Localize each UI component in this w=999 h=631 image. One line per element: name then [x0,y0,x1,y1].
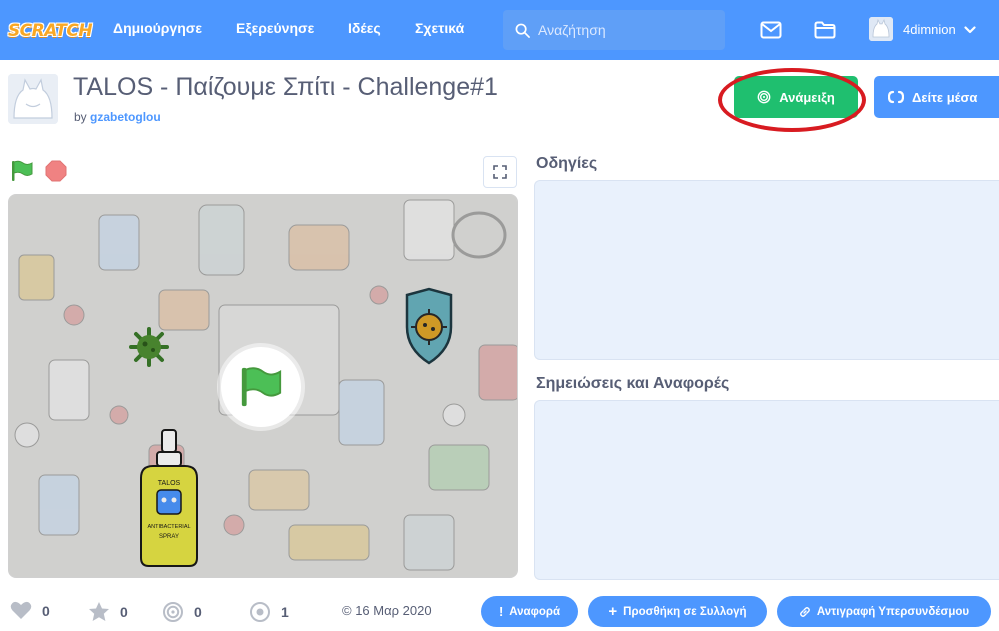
link-icon [799,606,810,617]
copy-link-label: Αντιγραφή Υπερσυνδέσμου [816,605,970,618]
start-flag-button[interactable] [221,347,301,427]
search-input[interactable]: Αναζήτηση [503,10,725,50]
love-stat[interactable]: 0 [10,601,50,620]
nav-explore-link[interactable]: Εξερεύνησε [236,20,314,36]
add-to-studio-label: Προσθήκη σε Συλλογή [623,605,747,618]
chevron-down-icon[interactable] [964,26,976,34]
love-count: 0 [42,602,50,619]
green-flag-icon[interactable] [10,160,34,182]
project-title: TALOS - Παίζουμε Σπίτι - Challenge#1 [73,73,498,101]
favorite-count: 0 [120,603,128,620]
username[interactable]: 4dimnion [903,22,956,37]
add-to-studio-button[interactable]: + Προσθήκη σε Συλλογή [588,596,767,627]
fullscreen-button[interactable] [483,156,517,188]
project-stage[interactable]: TALOS ANTIBACTERIAL SPRAY [8,194,518,578]
remix-count: 0 [194,604,202,620]
report-button[interactable]: ! Αναφορά [481,596,578,627]
copyright-icon: © [342,603,356,618]
see-inside-button[interactable]: Δείτε μέσα [874,76,999,118]
byline-prefix: by [74,110,87,124]
plus-icon: + [608,603,618,620]
remix-button[interactable]: Ανάμειξη [734,76,858,118]
search-placeholder: Αναζήτηση [538,22,606,38]
search-icon [515,23,530,38]
scratch-logo[interactable]: SCRATCH [8,14,93,48]
exclamation-icon: ! [498,604,504,619]
remix-icon [163,602,183,622]
nav-about-link[interactable]: Σχετικά [415,20,464,36]
view-stat: 1 [249,601,289,623]
stop-icon[interactable] [45,160,67,182]
green-flag-icon [241,367,282,407]
view-count: 1 [281,604,289,620]
nav-ideas-link[interactable]: Ιδέες [348,20,381,36]
nav-create-link[interactable]: Δημιούργησε [113,20,202,36]
fullscreen-icon [493,165,507,179]
user-avatar[interactable] [869,17,893,41]
date-text: 16 Μαρ 2020 [355,603,432,618]
remix-stat: 0 [162,601,202,623]
remix-icon [757,90,771,104]
heart-icon [10,601,32,619]
author-avatar[interactable] [8,74,58,124]
copy-link-button[interactable]: Αντιγραφή Υπερσυνδέσμου [777,596,991,627]
see-inside-icon [888,90,904,104]
top-navbar: SCRATCH Δημιούργησε Εξερεύνησε Ιδέες Σχε… [0,0,999,60]
instructions-heading: Οδηγίες [536,155,598,172]
instructions-panel[interactable] [534,180,999,360]
notes-panel[interactable] [534,400,999,580]
my-stuff-folder-icon[interactable] [814,21,836,39]
project-byline: by gzabetoglou [74,110,161,124]
remix-label: Ανάμειξη [779,89,835,105]
eye-icon [250,602,270,622]
author-link[interactable]: gzabetoglou [90,110,161,124]
favorite-stat[interactable]: 0 [88,601,128,622]
see-inside-label: Δείτε μέσα [912,89,978,105]
report-label: Αναφορά [509,605,561,618]
share-date: © 16 Μαρ 2020 [342,603,432,618]
notes-heading: Σημειώσεις και Αναφορές [536,375,730,392]
star-icon [89,602,109,621]
messages-icon[interactable] [760,21,782,39]
